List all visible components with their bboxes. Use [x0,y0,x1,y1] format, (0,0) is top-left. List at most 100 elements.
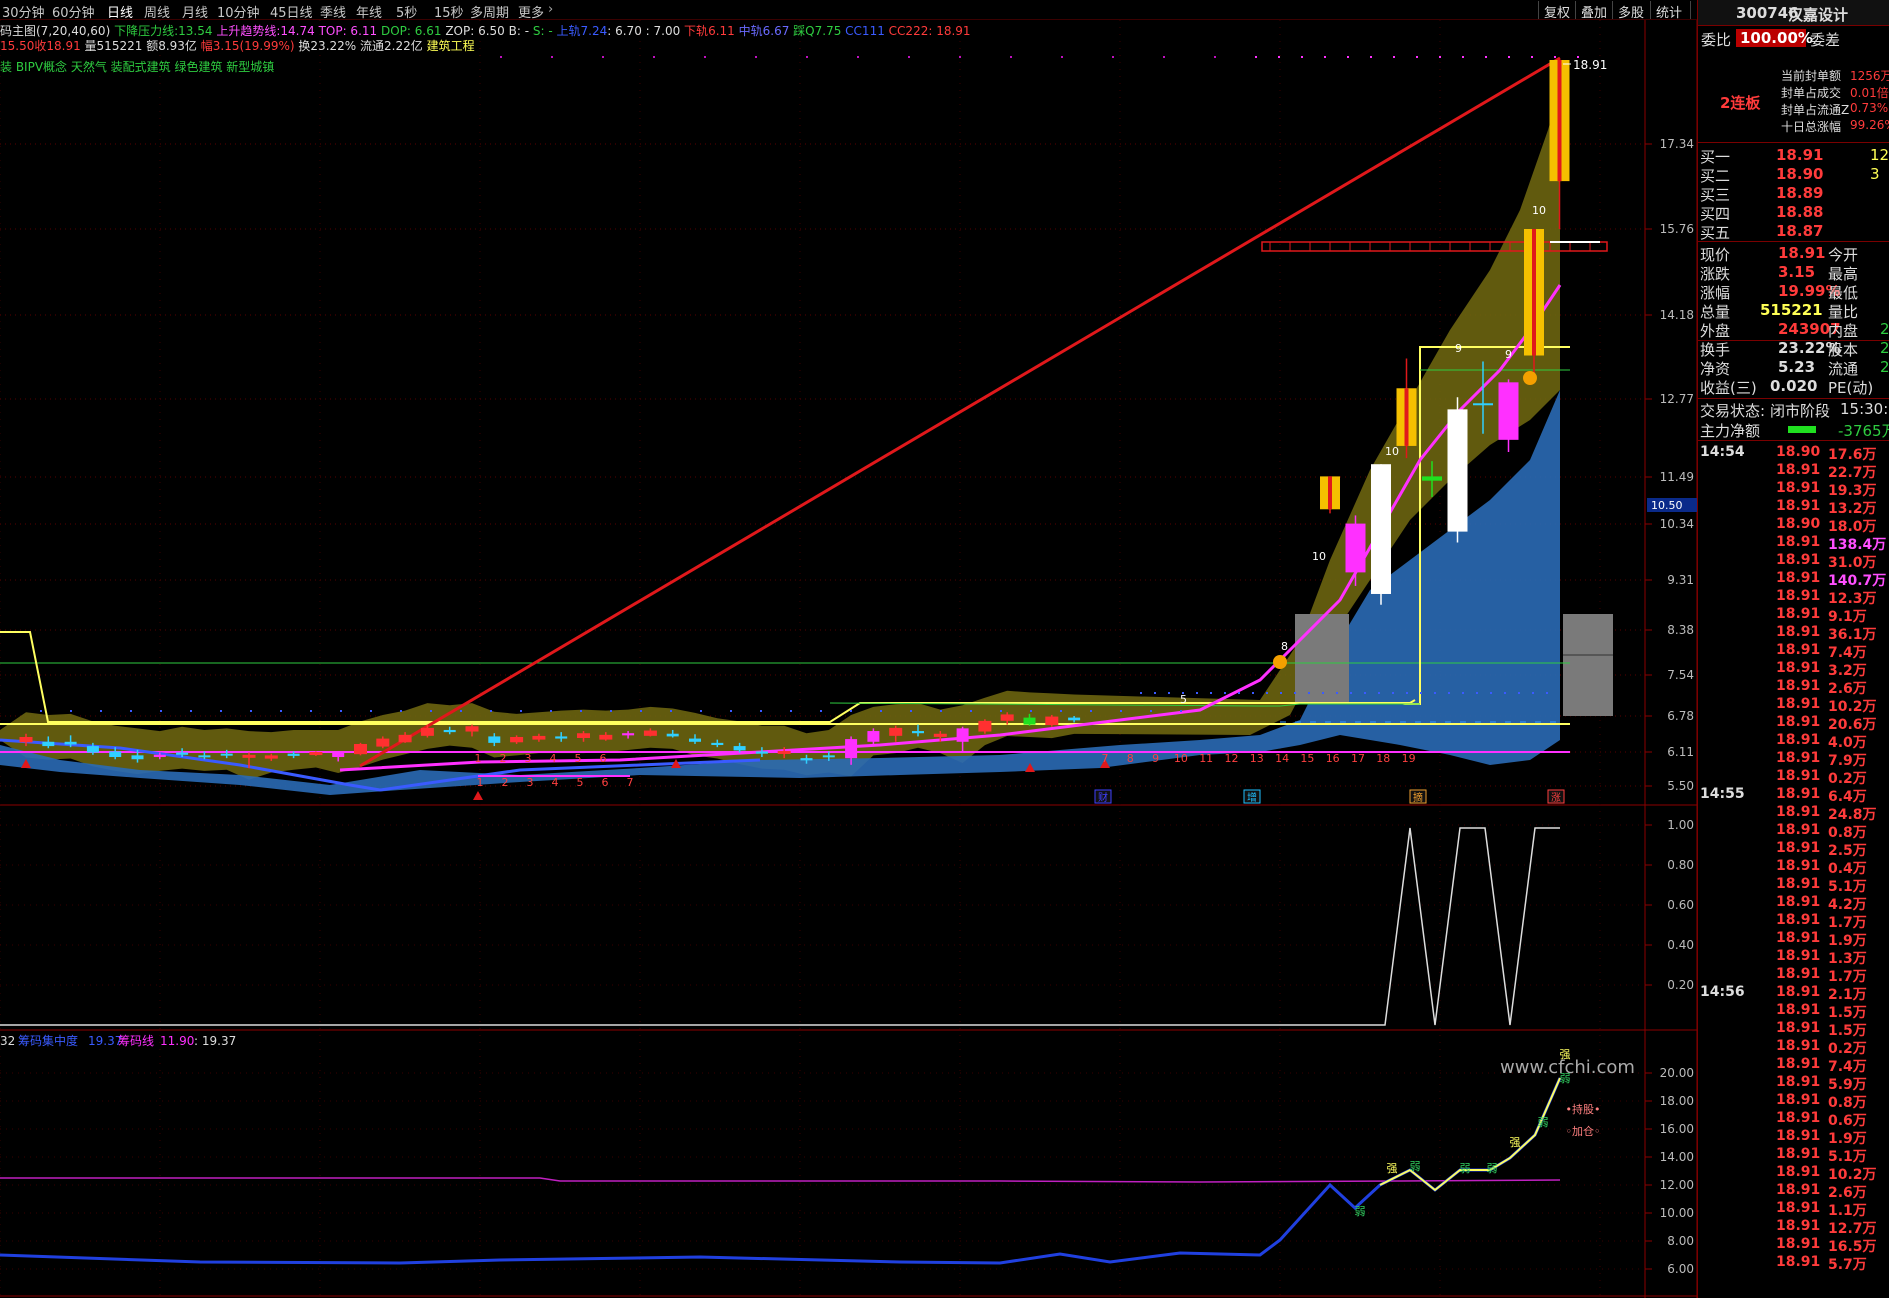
tick-price-12: 18.91 [1776,660,1821,676]
tick-price-17: 18.91 [1776,750,1821,766]
period-tab-6[interactable]: 45日线 [270,2,313,21]
candle-body-37 [845,739,858,759]
dot-marker [551,56,553,58]
tick-price-30: 18.91 [1776,984,1821,1000]
dot-marker [1061,56,1063,58]
tick-volume-3: 13.2万 [1828,501,1877,517]
candle-body-15 [354,743,367,755]
tick-price-22: 18.91 [1776,840,1821,856]
strong-label: 强 [1387,1162,1398,1175]
pair-value: : 6.70 : 7.00 [607,24,681,38]
stat-value-1: 3.15 [1778,263,1816,281]
toolbar-button-3[interactable]: 统计 [1650,1,1687,21]
toolbar-button-2[interactable]: 多股 [1612,1,1649,21]
dot-marker [1392,692,1394,694]
tick-volume-1: 22.7万 [1828,465,1877,481]
day-number-label: 10 [1174,752,1188,765]
period-tab-9[interactable]: 5秒 [396,2,417,21]
dot-marker [1370,56,1372,58]
tick-price-2: 18.91 [1776,480,1821,496]
candle-body-18 [420,727,434,736]
tick-row-40: 18.91 10.2万 [1698,1164,1889,1183]
b-value: B: - [508,24,530,38]
period-tab-7[interactable]: 季线 [320,2,346,21]
tick-row-21: 18.91 0.8万 [1698,822,1889,841]
tick-row-41: 18.91 2.6万 [1698,1182,1889,1201]
stat-label-4: 外盘 [1700,322,1731,340]
stat-value-0: 18.91 [1778,244,1826,262]
dot-marker [130,710,132,712]
period-tab-1[interactable]: 60分钟 [52,2,95,21]
dot-marker [1439,56,1441,58]
kline-chart-area[interactable]: 17.34 15.76 14.18 12.77 11.49 10.34 9.31 8.38 7.… [0,0,1697,1298]
tick-price-23: 18.91 [1776,858,1821,874]
tick-price-7: 18.91 [1776,570,1821,586]
tick-row-12: 18.91 3.2万 [1698,660,1889,679]
candle-body-13 [309,752,323,756]
period-tab-3[interactable]: 周线 [144,2,170,21]
dot-marker [959,56,961,58]
chevron-right-icon[interactable]: › [548,2,553,17]
period-tab-10[interactable]: 15秒 [434,2,464,21]
osc-axis-label: 0.60 [1667,898,1694,912]
tick-row-23: 18.91 0.4万 [1698,858,1889,877]
period-tab-4[interactable]: 月线 [182,2,208,21]
period-tab-12[interactable]: 更多 [518,2,544,21]
divider [1698,440,1889,441]
netflow-bar [1788,426,1816,433]
day-number-left: 3 [527,776,534,789]
toolbar-button-0[interactable]: 复权 [1538,1,1575,21]
candle-body-54 [1473,403,1493,406]
tick-volume-28: 1.3万 [1828,951,1867,967]
period-tab-0[interactable]: 30分钟 [2,2,45,21]
netflow-label: 主力净额 [1700,422,1761,440]
tick-volume-12: 3.2万 [1828,663,1867,679]
period-tab-11[interactable]: 多周期 [470,2,509,21]
tick-row-11: 18.91 7.4万 [1698,642,1889,661]
tick-volume-34: 7.4万 [1828,1059,1867,1075]
mid-value: 6.67 [762,24,790,38]
dot-marker [1462,692,1464,694]
period-tab-5[interactable]: 10分钟 [217,2,260,21]
limit-info-value-3: 99.26% [1850,118,1889,132]
chip-axis-label: 20.00 [1660,1066,1694,1080]
candle-body-49 [1345,523,1366,573]
tick-price-1: 18.91 [1776,462,1821,478]
concept-tags: 装 BIPV概念 天然气 装配式建筑 绿色建筑 新型城镇 [0,60,275,74]
toolbar-button-1[interactable]: 叠加 [1575,1,1612,21]
weak-label: 弱 [1460,1162,1471,1175]
day-number-label: 18 [1376,752,1390,765]
dot-marker [70,710,72,712]
dot-marker [1301,56,1303,58]
period-tab-2[interactable]: 日线 [107,2,133,21]
candle-count-label: 9 [1455,342,1462,355]
period-tab-8[interactable]: 年线 [356,2,382,21]
dot-marker [460,710,462,712]
tick-price-3: 18.91 [1776,498,1821,514]
tick-price-45: 18.91 [1776,1254,1821,1270]
day-number-label: 15 [1300,752,1314,765]
tick-volume-9: 9.1万 [1828,609,1867,625]
candle-body-42 [956,728,969,742]
candle-body-12 [287,753,300,756]
limit-info-value-1: 0.01倍 [1850,86,1889,100]
day-number-label: 6 [600,752,607,765]
stat-value-7: 0.020 [1770,377,1818,395]
dot-marker [1294,692,1296,694]
dot-marker [1518,692,1520,694]
mid-label: 中轨 [738,24,763,38]
dot-marker [1350,692,1352,694]
chip-axis-label: 10.00 [1660,1206,1694,1220]
quote-line: 15.50收18.91 量515221 额8.93亿 幅3.15(19.99%)… [0,37,475,54]
gray-block-left [1295,614,1349,702]
tick-volume-35: 5.9万 [1828,1077,1867,1093]
dot-marker [1278,56,1280,58]
tick-volume-41: 2.6万 [1828,1185,1867,1201]
candle-core-51 [1404,388,1409,446]
candle-body-1 [42,741,55,747]
price-axis-label: 8.38 [1667,623,1694,637]
tick-row-29: 18.91 1.7万 [1698,966,1889,985]
weibi-label: 委比 [1701,31,1732,49]
cc111-label: CC111 [845,24,885,38]
dot-marker [1490,692,1492,694]
